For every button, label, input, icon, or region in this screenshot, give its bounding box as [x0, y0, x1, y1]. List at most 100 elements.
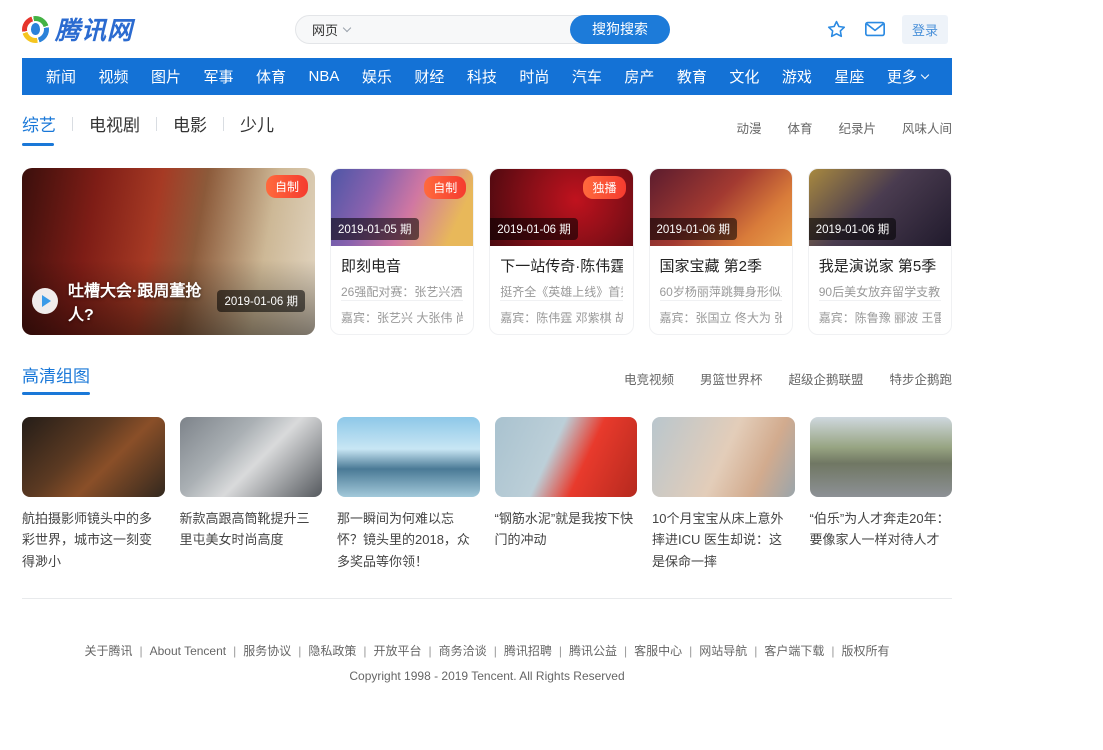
nav-item-video[interactable]: 视频 [99, 66, 129, 87]
video-card[interactable]: 2019-01-06 期 我是演说家 第5季 90后美女放弃留学支教山村 嘉宾：… [808, 168, 952, 335]
video-thumbnail: 2019-01-06 期 [650, 169, 792, 246]
nav-item-education[interactable]: 教育 [677, 66, 707, 87]
hero-video-title: 吐槽大会·跟周董抢人? [68, 277, 217, 325]
play-icon[interactable] [32, 288, 58, 314]
photo-card[interactable]: “伯乐”为人才奔走20年：要像家人一样对待人才 [810, 417, 953, 572]
nav-item-news[interactable]: 新闻 [46, 66, 76, 87]
video-guests: 嘉宾：张艺兴 大张伟 尚雯婕 [341, 300, 463, 334]
favorite-star-icon[interactable] [826, 18, 848, 40]
link-sports[interactable]: 体育 [787, 118, 812, 137]
footer-divider [22, 598, 952, 599]
nav-item-nba[interactable]: NBA [309, 68, 340, 85]
search-scope-dropdown[interactable]: 网页 [296, 20, 360, 39]
episode-date: 2019-01-06 期 [490, 218, 578, 240]
photo-caption: “伯乐”为人才奔走20年：要像家人一样对待人才 [810, 508, 953, 551]
nav-item-pictures[interactable]: 图片 [151, 66, 181, 87]
photo-card[interactable]: 10个月宝宝从床上意外摔进ICU 医生却说：这是保命一摔 [652, 417, 795, 572]
gallery-section-title[interactable]: 高清组图 [22, 362, 90, 395]
footer-link-business[interactable]: 商务洽谈 [422, 644, 487, 658]
nav-item-sports[interactable]: 体育 [256, 66, 286, 87]
gallery-right-links: 电竞视频 男篮世界杯 超级企鹅联盟 特步企鹅跑 [624, 369, 952, 388]
photo-thumbnail-baby-hospital [652, 417, 795, 497]
footer-link-terms[interactable]: 服务协议 [226, 644, 291, 658]
link-flavor-world[interactable]: 风味人间 [902, 118, 952, 137]
chevron-down-icon [921, 71, 929, 79]
tab-kids[interactable]: 少儿 [240, 111, 274, 144]
nav-item-culture[interactable]: 文化 [729, 66, 759, 87]
photo-caption: 那一瞬间为何难以忘怀？镜头里的2018，众多奖品等你领！ [337, 508, 480, 572]
search-button[interactable]: 搜狗搜索 [570, 15, 670, 44]
episode-date: 2019-01-06 期 [650, 218, 738, 240]
footer-link-about[interactable]: 关于腾讯 [84, 644, 132, 658]
featured-videos-row: 自制 吐槽大会·跟周董抢人? 2019-01-06 期 自制 2019-01-0… [22, 168, 952, 335]
hero-video-card[interactable]: 自制 吐槽大会·跟周董抢人? 2019-01-06 期 [22, 168, 315, 335]
nav-item-fashion[interactable]: 时尚 [519, 66, 549, 87]
video-guests: 嘉宾：陈鲁豫 郦波 王雷 [819, 300, 941, 334]
nav-item-astrology[interactable]: 星座 [834, 66, 864, 87]
nav-item-tech[interactable]: 科技 [467, 66, 497, 87]
footer-link-jobs[interactable]: 腾讯招聘 [487, 644, 552, 658]
tab-variety-shows[interactable]: 综艺 [22, 111, 56, 144]
video-thumbnail: 自制 2019-01-05 期 [331, 169, 473, 246]
link-anime[interactable]: 动漫 [736, 118, 761, 137]
link-esports-video[interactable]: 电竞视频 [624, 369, 674, 388]
search-scope-label: 网页 [312, 20, 338, 39]
footer-link-privacy[interactable]: 隐私政策 [291, 644, 356, 658]
mail-icon[interactable] [864, 18, 886, 40]
photo-card[interactable]: 航拍摄影师镜头中的多彩世界，城市这一刻变得渺小 [22, 417, 165, 572]
video-title: 下一站传奇·陈伟霆激动 [500, 255, 622, 276]
footer-link-charity[interactable]: 腾讯公益 [552, 644, 617, 658]
search-bar: 网页 搜狗搜索 [295, 15, 670, 44]
tab-movies[interactable]: 电影 [173, 111, 207, 144]
tab-separator [72, 117, 73, 131]
search-input[interactable] [360, 16, 570, 43]
photo-gallery-row: 航拍摄影师镜头中的多彩世界，城市这一刻变得渺小 新款高跟高筒靴提升三里屯美女时尚… [22, 417, 952, 572]
video-subtitle: 60岁杨丽萍跳舞身形似少女 [660, 283, 782, 300]
footer-link-copyright[interactable]: 版权所有 [824, 644, 889, 658]
footer-link-service-center[interactable]: 客服中心 [617, 644, 682, 658]
nav-item-finance[interactable]: 财经 [414, 66, 444, 87]
link-documentary[interactable]: 纪录片 [838, 118, 876, 137]
video-thumbnail: 独播 2019-01-06 期 [490, 169, 632, 246]
tab-separator [156, 117, 157, 131]
exclusive-badge: 独播 [583, 176, 625, 199]
logo-text: 腾讯网 [55, 11, 133, 47]
episode-date: 2019-01-06 期 [809, 218, 897, 240]
video-card[interactable]: 自制 2019-01-05 期 即刻电音 26强配对赛：张艺兴洒泪现场 嘉宾：张… [330, 168, 474, 335]
photo-card[interactable]: “钢筋水泥”就是我按下快门的冲动 [495, 417, 638, 572]
video-title: 国家宝藏 第2季 [660, 255, 782, 276]
login-button[interactable]: 登录 [902, 15, 948, 44]
photo-caption: “钢筋水泥”就是我按下快门的冲动 [495, 508, 638, 551]
photo-card[interactable]: 新款高跟高筒靴提升三里屯美女时尚高度 [180, 417, 323, 572]
tencent-logo[interactable]: 腾讯网 [22, 11, 133, 47]
photo-thumbnail-street-fashion [180, 417, 323, 497]
link-basketball-worldcup[interactable]: 男篮世界杯 [700, 369, 763, 388]
nav-item-auto[interactable]: 汽车 [572, 66, 602, 87]
video-title: 我是演说家 第5季 [819, 255, 941, 276]
nav-item-games[interactable]: 游戏 [782, 66, 812, 87]
subnav-right-links: 动漫 体育 纪录片 风味人间 [736, 118, 952, 137]
link-super-penguin-league[interactable]: 超级企鹅联盟 [788, 369, 863, 388]
video-thumbnail: 2019-01-06 期 [809, 169, 951, 246]
photo-thumbnail-crowd-queue [810, 417, 953, 497]
nav-item-house[interactable]: 房产 [624, 66, 654, 87]
self-produced-badge: 自制 [266, 175, 308, 198]
nav-item-entertainment[interactable]: 娱乐 [362, 66, 392, 87]
video-card[interactable]: 2019-01-06 期 国家宝藏 第2季 60岁杨丽萍跳舞身形似少女 嘉宾：张… [649, 168, 793, 335]
nav-item-military[interactable]: 军事 [204, 66, 234, 87]
header-actions: 登录 [826, 0, 948, 58]
video-subtitle: 90后美女放弃留学支教山村 [819, 283, 941, 300]
footer-link-client-download[interactable]: 客户端下载 [747, 644, 824, 658]
link-penguin-run[interactable]: 特步企鹅跑 [889, 369, 952, 388]
photo-card[interactable]: 那一瞬间为何难以忘怀？镜头里的2018，众多奖品等你领！ [337, 417, 480, 572]
footer: 关于腾讯About Tencent服务协议隐私政策开放平台商务洽谈腾讯招聘腾讯公… [22, 642, 952, 683]
footer-link-open-platform[interactable]: 开放平台 [356, 644, 421, 658]
photo-caption: 10个月宝宝从床上意外摔进ICU 医生却说：这是保命一摔 [652, 508, 795, 572]
tencent-logo-icon [22, 16, 49, 43]
video-card[interactable]: 独播 2019-01-06 期 下一站传奇·陈伟霆激动 挺齐全《英雄上线》首秀 … [489, 168, 633, 335]
nav-item-more[interactable]: 更多 [887, 66, 928, 87]
footer-link-sitemap[interactable]: 网站导航 [682, 644, 747, 658]
tab-tv-series[interactable]: 电视剧 [89, 111, 140, 144]
footer-link-about-en[interactable]: About Tencent [132, 644, 226, 658]
video-subtitle: 挺齐全《英雄上线》首秀 [500, 283, 622, 300]
